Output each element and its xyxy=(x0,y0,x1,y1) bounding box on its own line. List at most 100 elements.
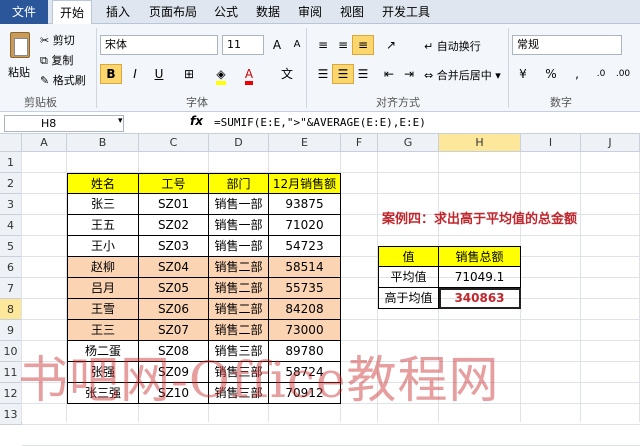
align-left-icon[interactable]: ☰ xyxy=(312,64,334,84)
col-header-b[interactable]: B xyxy=(67,134,139,152)
col-header-c[interactable]: C xyxy=(139,134,209,152)
row-header-6[interactable]: 6 xyxy=(0,257,22,278)
table-cell[interactable]: 71020 xyxy=(269,215,341,236)
italic-button[interactable]: I xyxy=(124,64,146,84)
row-header-1[interactable]: 1 xyxy=(0,152,22,173)
number-format-select[interactable]: 常规 xyxy=(512,35,622,55)
row-header-3[interactable]: 3 xyxy=(0,194,22,215)
table-cell[interactable]: 销售二部 xyxy=(209,320,269,341)
table-cell[interactable]: SZ03 xyxy=(139,236,209,257)
name-box[interactable]: H8 xyxy=(4,115,124,132)
cut-button[interactable]: ✂ 剪切 xyxy=(40,32,75,48)
table-header-cell[interactable]: 12月销售额 xyxy=(269,173,341,194)
decrease-decimal-icon[interactable]: .00 xyxy=(612,64,634,84)
table-cell[interactable]: 58514 xyxy=(269,257,341,278)
underline-button[interactable]: U xyxy=(148,64,170,84)
table-cell[interactable]: SZ04 xyxy=(139,257,209,278)
table-header-cell[interactable]: 部门 xyxy=(209,173,269,194)
tab-insert[interactable]: 插入 xyxy=(98,0,138,24)
table-header-cell[interactable]: 姓名 xyxy=(67,173,139,194)
merge-center-button[interactable]: ⇔ 合并后居中 ▾ xyxy=(424,67,501,83)
table-header-cell[interactable]: 工号 xyxy=(139,173,209,194)
copy-button[interactable]: ⧉ 复制 xyxy=(40,52,73,68)
summary-cell[interactable]: 高于均值 xyxy=(378,288,439,309)
select-all-corner[interactable] xyxy=(0,134,22,152)
format-painter-button[interactable]: ✎ 格式刷 xyxy=(40,72,86,88)
summary-header-cell[interactable]: 值 xyxy=(378,246,439,267)
table-cell[interactable]: 赵柳 xyxy=(67,257,139,278)
wrap-text-button[interactable]: ↵ 自动换行 xyxy=(424,38,481,54)
table-cell[interactable]: 销售二部 xyxy=(209,299,269,320)
col-header-g[interactable]: G xyxy=(378,134,439,152)
row-header-8[interactable]: 8 xyxy=(0,299,22,320)
increase-decimal-icon[interactable]: .0 xyxy=(590,64,612,84)
fill-color-icon[interactable]: ◈ xyxy=(210,64,232,85)
tab-file[interactable]: 文件 xyxy=(0,0,48,24)
table-cell[interactable]: 张三 xyxy=(67,194,139,215)
align-center-icon[interactable]: ☰ xyxy=(332,64,354,84)
align-top-icon[interactable]: ≡ xyxy=(312,35,334,55)
row-header-5[interactable]: 5 xyxy=(0,236,22,257)
tab-data[interactable]: 数据 xyxy=(250,0,286,24)
table-cell[interactable]: 销售一部 xyxy=(209,194,269,215)
table-cell[interactable]: SZ05 xyxy=(139,278,209,299)
table-cell[interactable]: 销售一部 xyxy=(209,215,269,236)
function-icon[interactable]: fx xyxy=(190,114,203,128)
tab-developer[interactable]: 开发工具 xyxy=(376,0,436,24)
font-size-select[interactable]: 11 xyxy=(222,35,264,55)
table-cell[interactable]: 84208 xyxy=(269,299,341,320)
name-box-dropdown-icon[interactable]: ▾ xyxy=(118,116,123,126)
table-cell[interactable]: 93875 xyxy=(269,194,341,215)
table-cell[interactable]: 王雪 xyxy=(67,299,139,320)
phonetic-icon[interactable]: 文 xyxy=(276,64,298,84)
align-right-icon[interactable]: ☰ xyxy=(352,64,374,84)
table-cell[interactable]: 销售二部 xyxy=(209,278,269,299)
col-header-i[interactable]: I xyxy=(521,134,581,152)
currency-icon[interactable]: ¥ xyxy=(512,64,534,84)
summary-cell[interactable]: 71049.1 xyxy=(439,267,521,288)
table-cell[interactable]: 王小 xyxy=(67,236,139,257)
table-cell[interactable]: 54723 xyxy=(269,236,341,257)
orientation-icon[interactable]: ↗ xyxy=(380,35,402,55)
selected-cell-h8[interactable]: 340863 xyxy=(439,288,521,309)
table-cell[interactable]: SZ07 xyxy=(139,320,209,341)
table-cell[interactable]: SZ01 xyxy=(139,194,209,215)
col-header-e[interactable]: E xyxy=(269,134,341,152)
align-bottom-icon[interactable]: ≡ xyxy=(352,35,374,55)
tab-view[interactable]: 视图 xyxy=(334,0,370,24)
bold-button[interactable]: B xyxy=(100,64,122,84)
row-header-9[interactable]: 9 xyxy=(0,320,22,341)
col-header-a[interactable]: A xyxy=(22,134,67,152)
shrink-font-button[interactable]: A xyxy=(286,35,308,55)
row-header-7[interactable]: 7 xyxy=(0,278,22,299)
table-cell[interactable]: 王五 xyxy=(67,215,139,236)
paste-button[interactable]: 粘贴 xyxy=(4,30,36,90)
tab-page-layout[interactable]: 页面布局 xyxy=(143,0,203,24)
decrease-indent-icon[interactable]: ⇤ xyxy=(378,64,400,84)
col-header-d[interactable]: D xyxy=(209,134,269,152)
summary-header-cell[interactable]: 销售总额 xyxy=(439,246,521,267)
table-cell[interactable]: SZ06 xyxy=(139,299,209,320)
table-cell[interactable]: 55735 xyxy=(269,278,341,299)
table-cell[interactable]: 王三 xyxy=(67,320,139,341)
font-color-icon[interactable]: A xyxy=(238,64,260,85)
table-cell[interactable]: 销售二部 xyxy=(209,257,269,278)
comma-icon[interactable]: , xyxy=(566,64,588,84)
font-name-select[interactable]: 宋体 xyxy=(100,35,218,55)
tab-home[interactable]: 开始 xyxy=(52,0,92,25)
tab-review[interactable]: 审阅 xyxy=(292,0,328,24)
col-header-f[interactable]: F xyxy=(341,134,378,152)
col-header-j[interactable]: J xyxy=(581,134,640,152)
tab-formulas[interactable]: 公式 xyxy=(208,0,244,24)
table-cell[interactable]: 吕月 xyxy=(67,278,139,299)
increase-indent-icon[interactable]: ⇥ xyxy=(398,64,420,84)
summary-cell[interactable]: 平均值 xyxy=(378,267,439,288)
table-cell[interactable]: 销售一部 xyxy=(209,236,269,257)
row-header-4[interactable]: 4 xyxy=(0,215,22,236)
grow-font-button[interactable]: A xyxy=(266,35,288,55)
table-cell[interactable]: 73000 xyxy=(269,320,341,341)
border-icon[interactable]: ⊞ xyxy=(178,64,200,84)
row-header-2[interactable]: 2 xyxy=(0,173,22,194)
col-header-h[interactable]: H xyxy=(439,134,521,152)
align-middle-icon[interactable]: ≡ xyxy=(332,35,354,55)
